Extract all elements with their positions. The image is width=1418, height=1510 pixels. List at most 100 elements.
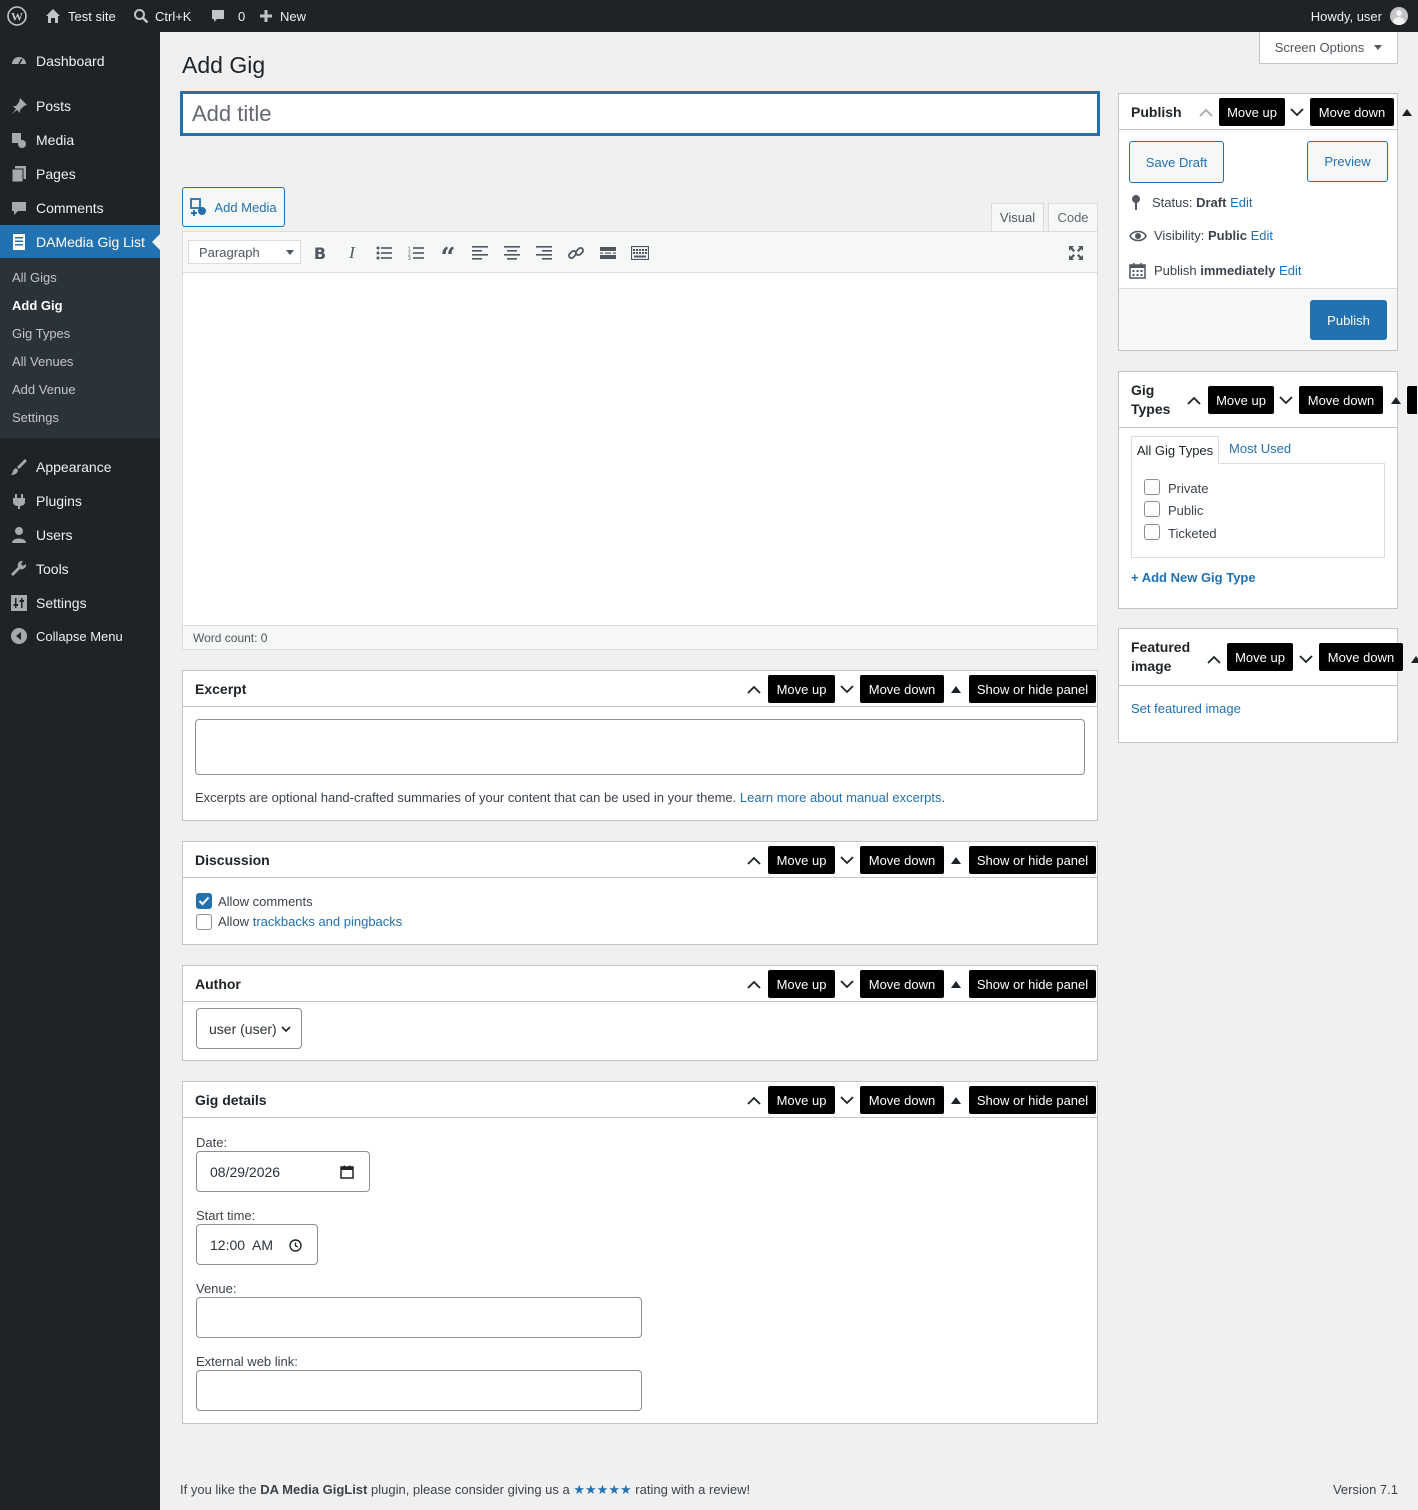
submenu-all-venues[interactable]: All Venues — [12, 354, 73, 369]
add-new-gig-type-link[interactable]: + Add New Gig Type — [1131, 570, 1256, 585]
gig-types-title-line1: Gig — [1131, 382, 1155, 398]
gig-type-public-checkbox[interactable] — [1144, 501, 1160, 517]
footer-suffix: rating with a review! — [635, 1482, 751, 1497]
screen-options-button[interactable]: Screen Options — [1259, 32, 1398, 64]
gig-details-move-up-button[interactable]: Move up — [768, 1086, 835, 1114]
discussion-move-down-button[interactable]: Move down — [860, 846, 944, 874]
command-palette-button[interactable]: Ctrl+K — [133, 0, 191, 32]
author-select[interactable]: user (user) — [196, 1008, 302, 1049]
author-toggle-button[interactable]: Show or hide panel — [969, 970, 1096, 998]
align-center-icon[interactable] — [500, 241, 524, 265]
menu-settings[interactable]: Settings — [0, 586, 160, 620]
submenu-add-venue[interactable]: Add Venue — [12, 382, 76, 397]
clock-icon[interactable] — [289, 1239, 302, 1252]
tab-code[interactable]: Code — [1048, 203, 1098, 232]
tab-all-gig-types[interactable]: All Gig Types — [1131, 436, 1219, 464]
excerpt-toggle-button[interactable]: Show or hide panel — [969, 675, 1096, 703]
comments-link[interactable]: 0 — [210, 0, 245, 32]
submenu-add-gig[interactable]: Add Gig — [12, 298, 63, 313]
menu-plugins-label: Plugins — [36, 493, 82, 509]
admin-bar: W Test site Ctrl+K 0 New Howdy, user — [0, 0, 1418, 32]
visibility-edit-link[interactable]: Edit — [1251, 228, 1273, 243]
schedule-edit-link[interactable]: Edit — [1279, 263, 1301, 278]
menu-posts[interactable]: Posts — [0, 89, 160, 123]
post-title-input[interactable] — [181, 92, 1099, 135]
tab-visual[interactable]: Visual — [991, 203, 1044, 232]
blockquote-icon[interactable]: “ — [436, 241, 460, 271]
gig-details-toggle-button[interactable]: Show or hide panel — [969, 1086, 1096, 1114]
my-account-menu[interactable]: Howdy, user — [1311, 0, 1408, 32]
author-title: Author — [195, 976, 241, 992]
publish-move-up-button[interactable]: Move up — [1219, 98, 1285, 126]
rating-stars-link[interactable]: ★★★★★ — [573, 1482, 631, 1497]
submenu-all-gigs[interactable]: All Gigs — [12, 270, 57, 285]
menu-appearance[interactable]: Appearance — [0, 450, 160, 484]
save-draft-button[interactable]: Save Draft — [1129, 141, 1224, 183]
align-left-icon[interactable] — [468, 241, 492, 265]
calendar-icon[interactable] — [340, 1165, 354, 1179]
menu-pages[interactable]: Pages — [0, 157, 160, 191]
collapse-menu-button[interactable]: Collapse Menu — [0, 619, 160, 653]
featured-image-move-up-button[interactable]: Move up — [1227, 643, 1293, 671]
numbered-list-icon[interactable]: 123 — [404, 241, 428, 265]
tab-most-used[interactable]: Most Used — [1229, 441, 1291, 456]
submenu-gig-types[interactable]: Gig Types — [12, 326, 70, 341]
venue-input[interactable] — [196, 1297, 642, 1338]
date-input[interactable]: 08/29/2026 — [196, 1151, 370, 1192]
preview-button[interactable]: Preview — [1307, 141, 1388, 182]
bulleted-list-icon[interactable] — [372, 241, 396, 265]
wordpress-logo-icon[interactable]: W — [7, 0, 27, 32]
submenu-settings[interactable]: Settings — [12, 410, 59, 425]
read-more-icon[interactable] — [596, 241, 620, 265]
author-move-down-button[interactable]: Move down — [860, 970, 944, 998]
allow-pings-checkbox[interactable] — [196, 914, 212, 930]
link-icon[interactable] — [564, 241, 588, 265]
menu-comments[interactable]: Comments — [0, 191, 160, 225]
gig-details-move-down-button[interactable]: Move down — [860, 1086, 944, 1114]
svg-text:W: W — [11, 10, 23, 24]
menu-users[interactable]: Users — [0, 518, 160, 552]
publish-move-down-button[interactable]: Move down — [1310, 98, 1394, 126]
menu-damedia-gig-list[interactable]: DAMedia Gig List — [0, 225, 160, 259]
chevron-up-icon — [1197, 102, 1215, 122]
set-featured-image-link[interactable]: Set featured image — [1131, 701, 1241, 716]
gig-types-move-down-button[interactable]: Move down — [1299, 386, 1383, 414]
menu-tools[interactable]: Tools — [0, 552, 160, 586]
external-link-input[interactable] — [196, 1370, 642, 1411]
discussion-toggle-button[interactable]: Show or hide panel — [969, 846, 1096, 874]
user-icon — [12, 527, 26, 543]
gig-type-private-checkbox[interactable] — [1144, 479, 1160, 495]
new-content-link[interactable]: New — [258, 0, 306, 32]
toolbar-toggle-icon[interactable] — [628, 241, 652, 265]
discussion-move-up-button[interactable]: Move up — [768, 846, 835, 874]
menu-dashboard[interactable]: Dashboard — [0, 44, 160, 78]
status-edit-link[interactable]: Edit — [1230, 195, 1252, 210]
featured-image-move-down-button[interactable]: Move down — [1319, 643, 1403, 671]
bold-icon[interactable]: B — [308, 241, 332, 265]
gig-type-ticketed-checkbox[interactable] — [1144, 524, 1160, 540]
external-link-label: External web link: — [196, 1354, 298, 1369]
excerpt-move-up-button[interactable]: Move up — [768, 675, 835, 703]
excerpt-move-down-button[interactable]: Move down — [860, 675, 944, 703]
site-name-link[interactable]: Test site — [44, 0, 116, 32]
start-time-input[interactable]: 12:00 AM — [196, 1224, 318, 1265]
trackbacks-link[interactable]: trackbacks and pingbacks — [253, 914, 403, 929]
allow-comments-checkbox[interactable] — [196, 893, 212, 909]
footer-text: If you like the DA Media GigList plugin,… — [180, 1482, 750, 1498]
gig-types-toggle-button-clipped[interactable] — [1407, 386, 1417, 414]
triangle-up-icon — [947, 679, 965, 699]
align-right-icon[interactable] — [532, 241, 556, 265]
menu-plugins[interactable]: Plugins — [0, 484, 160, 518]
editor-content-area[interactable] — [183, 273, 1097, 625]
publish-button[interactable]: Publish — [1310, 300, 1387, 340]
format-select[interactable]: Paragraph — [188, 240, 301, 264]
excerpt-learn-more-link[interactable]: Learn more about manual excerpts — [740, 790, 942, 805]
fullscreen-icon[interactable] — [1064, 241, 1088, 265]
menu-media[interactable]: Media — [0, 123, 160, 157]
author-move-up-button[interactable]: Move up — [768, 970, 835, 998]
excerpt-textarea[interactable] — [195, 719, 1085, 775]
add-media-button[interactable]: Add Media — [182, 187, 285, 227]
italic-icon[interactable]: I — [340, 241, 364, 265]
gig-types-move-up-button[interactable]: Move up — [1208, 386, 1274, 414]
comments-icon — [12, 202, 26, 215]
